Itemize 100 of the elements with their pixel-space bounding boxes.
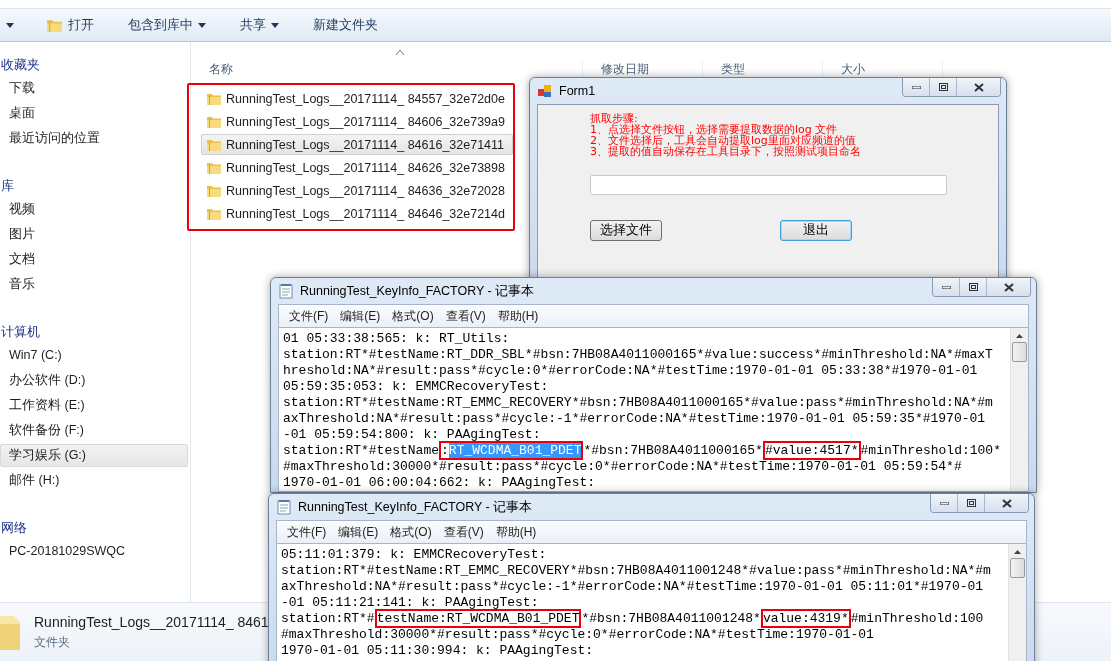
log-text: #minThreshold:100* <box>860 443 1001 458</box>
notepad-icon <box>278 283 294 299</box>
file-row[interactable]: RunningTest_Logs__20171114_ 84626_32e73898 <box>201 157 513 178</box>
toolbar-button[interactable]: 打开 <box>44 14 96 36</box>
nav-item[interactable]: 软件备份 (F:) <box>0 419 188 442</box>
minimize-icon <box>939 501 949 505</box>
scroll-thumb[interactable] <box>1010 558 1025 578</box>
toolbar-button[interactable]: 共享 <box>238 14 281 36</box>
toolbar-button[interactable]: 新建文件夹 <box>311 14 380 36</box>
log-text: *#bsn:7HB08A4011000165* <box>583 443 763 458</box>
file-name: RunningTest_Logs__20171114_ 84616_32e71411 <box>226 137 505 152</box>
log-text: #maxThreshold:30000*#result:pass*#cycle:0*#errorCode:NA*#testTime:1970-01-01 05:59:54*# <box>283 459 962 474</box>
close-button[interactable] <box>956 78 1000 96</box>
window-title: RunningTest_KeyInfo_FACTORY - 记事本 <box>300 282 536 300</box>
menu-item[interactable]: 帮助(H) <box>489 523 543 541</box>
log-text: -01 05:11:21:141: k: PAAgingTest: <box>281 595 539 610</box>
file-name: RunningTest_Logs__20171114_ 84626_32e73898 <box>226 160 505 175</box>
nav-item[interactable]: 最近访问的位置 <box>0 127 188 150</box>
menu-item[interactable]: 格式(O) <box>386 307 440 325</box>
log-text: #maxThreshold:30000*#result:pass*#cycle:0*#errorCode:NA*#testTime:1970-01-01 <box>281 627 874 642</box>
menu-item[interactable]: 编辑(E) <box>332 523 385 541</box>
log-text: station:RT*#testName:RT_EMMC_RECOVERY*#bsn:7HB08A4011000165*#value:pass*#minThreshold:NA*#m <box>283 395 993 410</box>
nav-item[interactable]: 桌面 <box>0 102 188 125</box>
log-text: 01 05:33:38:565: k: RT_Utils: <box>283 331 510 346</box>
log-text: station:RT*#testName <box>283 443 440 458</box>
menu-item[interactable]: 帮助(H) <box>491 307 545 325</box>
file-row[interactable]: RunningTest_Logs__20171114_ 84616_32e71411 <box>201 134 513 155</box>
scrollbar[interactable] <box>1008 544 1026 661</box>
scroll-up-icon[interactable] <box>1014 550 1021 554</box>
scroll-thumb[interactable] <box>1012 342 1027 362</box>
log-text: axThreshold:NA*#result:pass*#cycle:-1*#errorCode:NA*#testTime:1970-01-01 05:59:35*#1970-01 <box>283 411 986 426</box>
maximize-icon <box>938 83 948 91</box>
maximize-button[interactable] <box>957 494 984 512</box>
detail-name: RunningTest_Logs__20171114_ 8461 <box>34 613 269 630</box>
nav-item[interactable]: 下载 <box>0 77 188 100</box>
nav-group-header[interactable]: 收藏夹 <box>1 54 190 77</box>
close-icon <box>1001 498 1012 508</box>
nav-group-header[interactable]: 网络 <box>1 517 190 540</box>
nav-group-header[interactable]: 库 <box>1 175 190 198</box>
log-text: #value:4517* <box>764 443 859 458</box>
detail-type: 文件夹 <box>34 633 71 651</box>
nav-item[interactable]: 文档 <box>0 248 188 271</box>
scroll-up-icon[interactable] <box>1016 334 1023 338</box>
window-title: Form1 <box>559 84 597 98</box>
nav-item[interactable]: 工作资料 (E:) <box>0 394 188 417</box>
maximize-icon <box>968 283 978 291</box>
file-row[interactable]: RunningTest_Logs__20171114_ 84636_32e72028 <box>201 180 513 201</box>
close-icon <box>1003 282 1014 292</box>
toolbar-button[interactable]: 包含到库中 <box>126 14 208 36</box>
menu-item[interactable]: 查看(V) <box>439 307 492 325</box>
caret-icon <box>271 22 279 28</box>
close-icon <box>973 82 984 92</box>
file-row[interactable]: RunningTest_Logs__20171114_ 84646_32e7214d <box>201 203 513 224</box>
menu-item[interactable]: 编辑(E) <box>334 307 387 325</box>
notepad-icon <box>276 499 292 515</box>
file-row[interactable]: RunningTest_Logs__20171114_ 84557_32e72d0e <box>201 88 513 109</box>
nav-item[interactable]: 视频 <box>0 198 188 221</box>
file-row[interactable]: RunningTest_Logs__20171114_ 84606_32e739a9 <box>201 111 513 132</box>
scrollbar[interactable] <box>1010 328 1028 491</box>
menu-item[interactable]: 文件(F) <box>281 523 333 541</box>
instruction-text: 2、文件选择后，工具会自动提取log里面对应频道的值 <box>590 135 856 146</box>
log-text: hreshold:NA*#result:pass*#cycle:0*#errorCode:NA*#testTime:1970-01-01 05:33:38*#1970-01-01 <box>283 363 978 378</box>
file-name: RunningTest_Logs__20171114_ 84636_32e72028 <box>226 183 505 198</box>
log-text: 05:59:35:053: k: EMMCRecoveryTest: <box>283 379 549 394</box>
log-text: station:RT*# <box>281 611 375 626</box>
form-button[interactable]: 选择文件 <box>590 220 662 241</box>
instruction-text: 1、点选择文件按钮，选择需要提取数据的log 文件 <box>590 124 838 135</box>
maximize-button[interactable] <box>959 278 986 296</box>
instruction-text: 3、提取的值自动保存在工具目录下，按照测试项目命名 <box>590 146 862 157</box>
caret-icon <box>6 22 14 28</box>
nav-item[interactable]: 音乐 <box>0 273 188 296</box>
file-path-field[interactable] <box>590 175 947 195</box>
close-button[interactable] <box>986 278 1030 296</box>
file-name: RunningTest_Logs__20171114_ 84557_32e72d0e <box>226 91 505 106</box>
log-text: : <box>441 443 449 458</box>
nav-item[interactable]: 办公软件 (D:) <box>0 369 188 392</box>
form-button[interactable]: 退出 <box>780 220 852 241</box>
nav-item[interactable]: Win7 (C:) <box>0 344 188 367</box>
menu-item[interactable]: 文件(F) <box>283 307 335 325</box>
nav-item[interactable]: 邮件 (H:) <box>0 469 188 492</box>
minimize-icon <box>941 285 951 289</box>
minimize-icon <box>911 85 921 89</box>
log-text: station:RT*#testName:RT_EMMC_RECOVERY*#bsn:7HB08A4011001248*#value:pass*#minThreshold:NA*#m <box>281 563 991 578</box>
nav-item[interactable]: 学习娱乐 (G:) <box>0 444 188 467</box>
selected-text: RT_WCDMA_B01_PDET <box>448 443 582 458</box>
log-text: 1970-01-01 06:00:04:662: k: PAAgingTest: <box>283 475 596 490</box>
sort-up-icon <box>396 50 404 55</box>
app-icon <box>537 83 553 99</box>
maximize-button[interactable] <box>929 78 956 96</box>
menu-item[interactable]: 格式(O) <box>384 523 438 541</box>
maximize-icon <box>966 499 976 507</box>
close-button[interactable] <box>984 494 1028 512</box>
file-name: RunningTest_Logs__20171114_ 84646_32e7214d <box>226 206 505 221</box>
menu-item[interactable]: 查看(V) <box>437 523 490 541</box>
log-text: axThreshold:NA*#result:pass*#cycle:-1*#errorCode:NA*#testTime:1970-01-01 05:11:01*#1970-01 <box>281 579 984 594</box>
log-text: station:RT*#testName:RT_DDR_SBL*#bsn:7HB08A4011000165*#value:success*#minThreshold:NA*#maxT <box>283 347 993 362</box>
nav-item[interactable]: 图片 <box>0 223 188 246</box>
log-text: value:4319* <box>762 611 849 626</box>
nav-group-header[interactable]: 计算机 <box>1 321 190 344</box>
nav-item[interactable]: PC-20181029SWQC <box>0 540 188 563</box>
